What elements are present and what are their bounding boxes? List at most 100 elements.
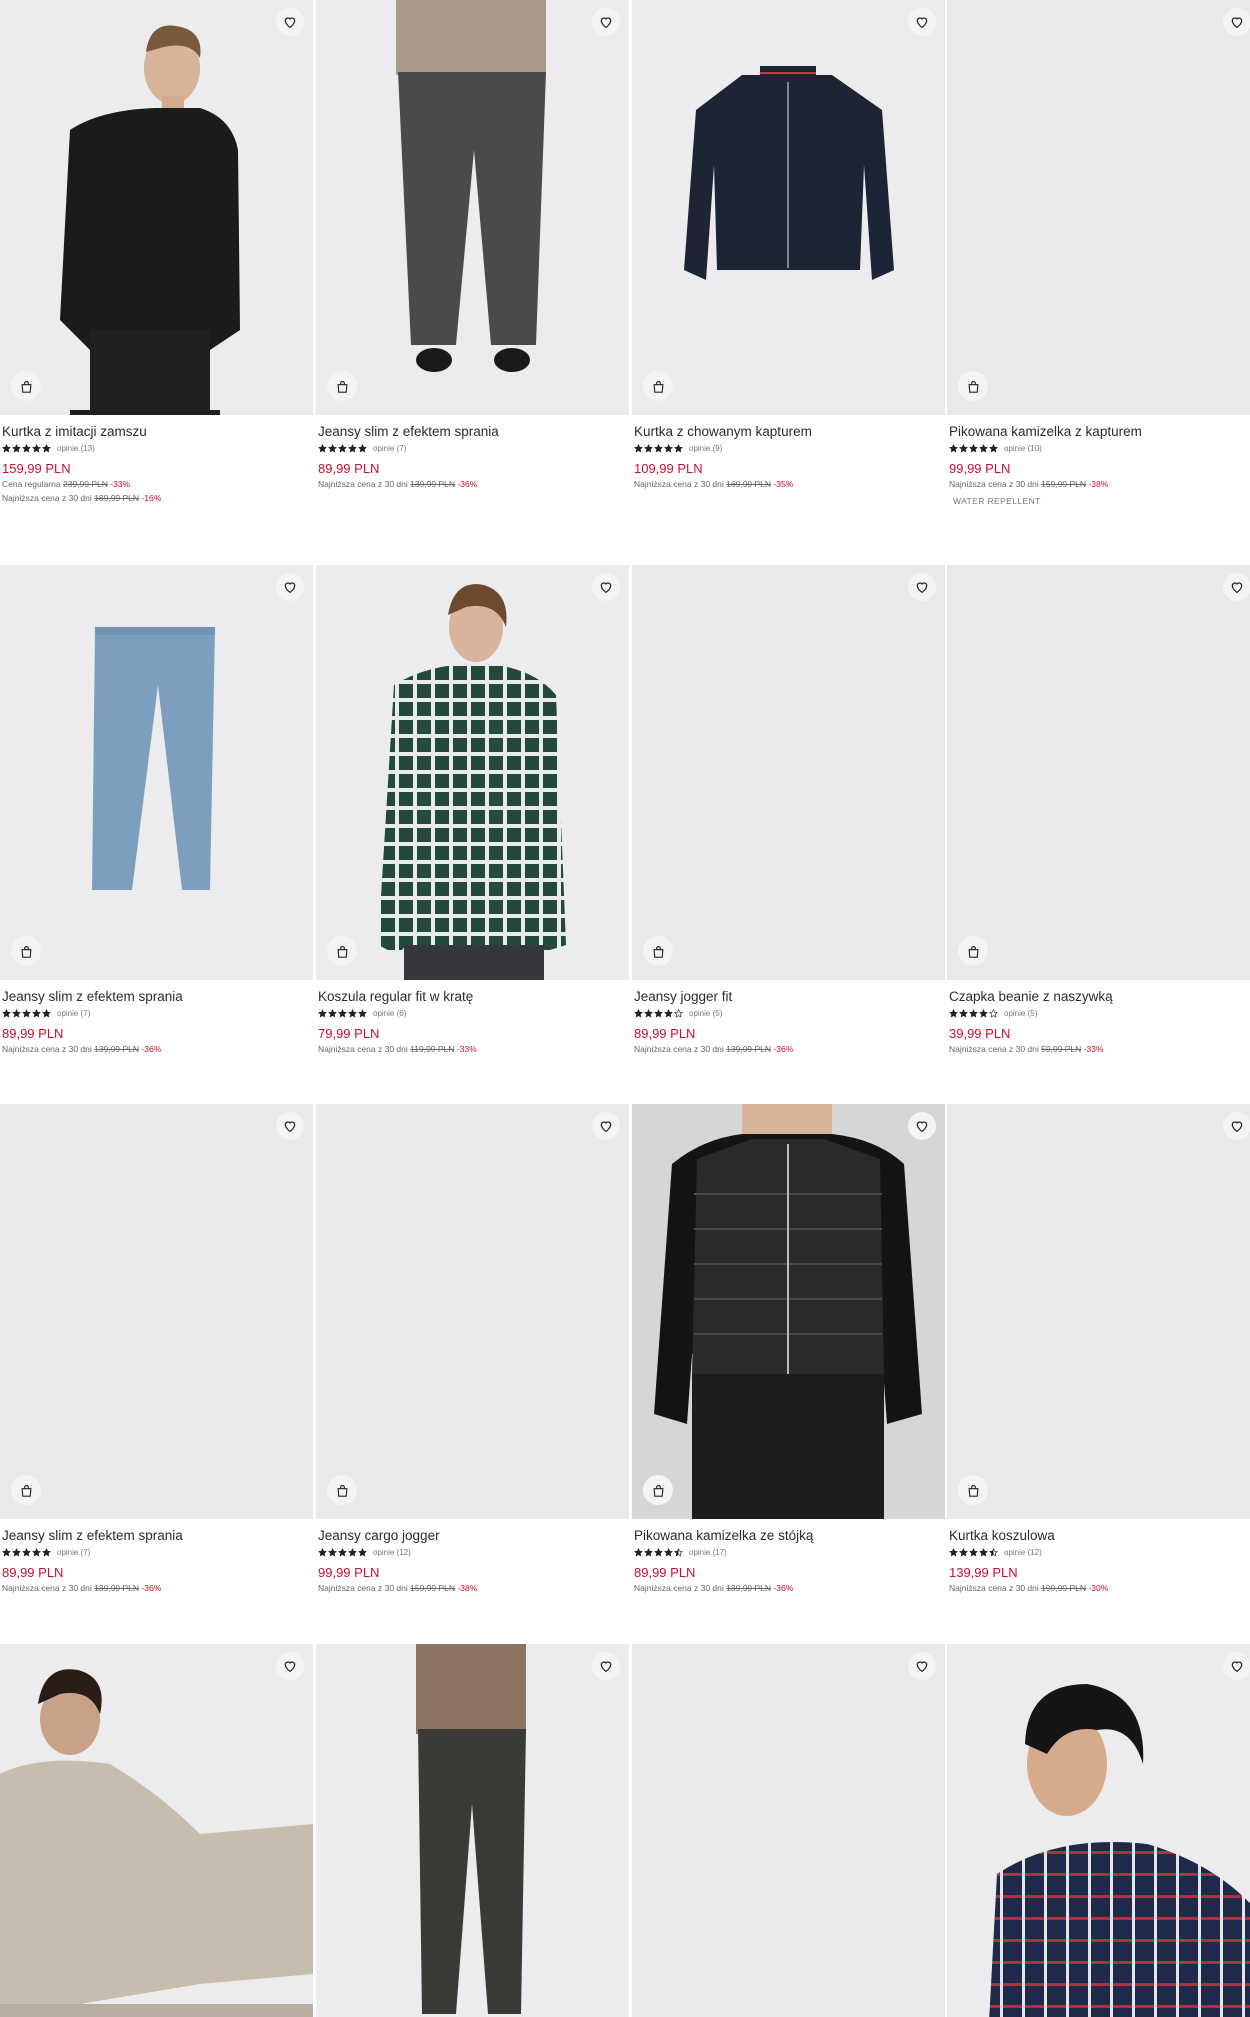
review-count[interactable]: opinie (5)	[689, 1009, 722, 1018]
product-image[interactable]	[316, 1104, 629, 1519]
add-to-favorites-button[interactable]	[908, 8, 936, 36]
star-icon	[674, 443, 683, 452]
product-card[interactable]	[0, 1644, 313, 2017]
review-count[interactable]: opinie (9)	[689, 444, 722, 453]
product-name[interactable]: Kurtka z imitacji zamszu	[2, 423, 311, 440]
product-image[interactable]	[947, 565, 1250, 980]
review-count[interactable]: opinie (10)	[1004, 444, 1042, 453]
add-to-favorites-button[interactable]	[276, 8, 304, 36]
add-to-bag-button[interactable]	[327, 936, 357, 966]
product-card[interactable]: Pikowana kamizelka z kapturem opinie (10…	[947, 0, 1250, 506]
product-card[interactable]: Kurtka z imitacji zamszu opinie (13) 159…	[0, 0, 313, 504]
add-to-bag-button[interactable]	[327, 371, 357, 401]
add-to-bag-button[interactable]	[11, 371, 41, 401]
add-to-favorites-button[interactable]	[592, 8, 620, 36]
product-card[interactable]: Pikowana kamizelka ze stójką opinie (17)…	[632, 1104, 945, 1594]
product-name[interactable]: Pikowana kamizelka z kapturem	[949, 423, 1250, 440]
review-count[interactable]: opinie (6)	[373, 1009, 406, 1018]
add-to-favorites-button[interactable]	[908, 573, 936, 601]
add-to-bag-button[interactable]	[11, 1475, 41, 1505]
product-name[interactable]: Jeansy jogger fit	[634, 988, 943, 1005]
review-count[interactable]: opinie (13)	[57, 444, 95, 453]
product-name[interactable]: Pikowana kamizelka ze stójką	[634, 1527, 943, 1544]
review-count[interactable]: opinie (5)	[1004, 1009, 1037, 1018]
rating-stars	[318, 1547, 368, 1557]
product-card[interactable]	[316, 1644, 629, 2017]
star-icon	[664, 443, 673, 452]
product-card[interactable]: Jeansy cargo jogger opinie (12) 99,99 PL…	[316, 1104, 629, 1594]
product-rating: opinie (9)	[634, 443, 943, 453]
add-to-favorites-button[interactable]	[1223, 573, 1250, 601]
star-icon	[959, 1008, 968, 1017]
product-image[interactable]	[947, 1644, 1250, 2017]
product-image[interactable]	[632, 565, 945, 980]
product-card[interactable]: Jeansy slim z efektem sprania opinie (7)…	[316, 0, 629, 490]
add-to-bag-button[interactable]	[958, 936, 988, 966]
product-image[interactable]	[632, 1104, 945, 1519]
product-name[interactable]: Jeansy slim z efektem sprania	[2, 988, 311, 1005]
add-to-bag-button[interactable]	[327, 1475, 357, 1505]
lowest-discount: -35%	[773, 479, 794, 489]
star-icon	[32, 1008, 41, 1017]
add-to-favorites-button[interactable]	[276, 1652, 304, 1680]
product-image[interactable]	[316, 1644, 629, 2017]
lowest-old-price: 159,99 PLN	[1041, 479, 1087, 489]
product-image[interactable]	[0, 1104, 313, 1519]
add-to-favorites-button[interactable]	[276, 1112, 304, 1140]
review-count[interactable]: opinie (12)	[373, 1548, 411, 1557]
product-image[interactable]	[632, 0, 945, 415]
product-name[interactable]: Kurtka koszulowa	[949, 1527, 1250, 1544]
product-name[interactable]: Jeansy cargo jogger	[318, 1527, 627, 1544]
lowest-discount: -36%	[773, 1583, 794, 1593]
add-to-favorites-button[interactable]	[592, 1652, 620, 1680]
product-card[interactable]	[632, 1644, 945, 2017]
add-to-favorites-button[interactable]	[276, 573, 304, 601]
product-name[interactable]: Czapka beanie z naszywką	[949, 988, 1250, 1005]
lowest-old-price: 139,99 PLN	[726, 1044, 772, 1054]
product-card[interactable]: Jeansy slim z efektem sprania opinie (7)…	[0, 1104, 313, 1594]
add-to-favorites-button[interactable]	[1223, 1652, 1250, 1680]
product-card[interactable]: Koszula regular fit w kratę opinie (6) 7…	[316, 565, 629, 1055]
product-card[interactable]: Kurtka koszulowa opinie (12) 139,99 PLN …	[947, 1104, 1250, 1594]
product-image[interactable]	[947, 0, 1250, 415]
review-count[interactable]: opinie (17)	[689, 1548, 727, 1557]
add-to-favorites-button[interactable]	[1223, 8, 1250, 36]
add-to-favorites-button[interactable]	[592, 573, 620, 601]
add-to-bag-button[interactable]	[11, 936, 41, 966]
product-card[interactable]: Jeansy jogger fit opinie (5) 89,99 PLN N…	[632, 565, 945, 1055]
review-count[interactable]: opinie (7)	[373, 444, 406, 453]
heart-outline-icon	[600, 1661, 612, 1673]
add-to-bag-button[interactable]	[643, 936, 673, 966]
rating-stars	[634, 1547, 684, 1557]
review-count[interactable]: opinie (12)	[1004, 1548, 1042, 1557]
add-to-bag-button[interactable]	[958, 371, 988, 401]
add-to-favorites-button[interactable]	[908, 1652, 936, 1680]
product-rating: opinie (12)	[318, 1547, 627, 1557]
product-name[interactable]: Jeansy slim z efektem sprania	[318, 423, 627, 440]
product-image[interactable]	[316, 565, 629, 980]
product-image[interactable]	[632, 1644, 945, 2017]
star-icon	[654, 1547, 663, 1556]
add-to-favorites-button[interactable]	[1223, 1112, 1250, 1140]
product-card[interactable]: Jeansy slim z efektem sprania opinie (7)…	[0, 565, 313, 1055]
review-count[interactable]: opinie (7)	[57, 1009, 90, 1018]
product-name[interactable]: Jeansy slim z efektem sprania	[2, 1527, 311, 1544]
product-card[interactable]: Kurtka z chowanym kapturem opinie (9) 10…	[632, 0, 945, 490]
product-image[interactable]	[0, 0, 313, 415]
add-to-bag-button[interactable]	[643, 1475, 673, 1505]
lowest-price-label: Najniższa cena z 30 dni	[949, 1044, 1039, 1054]
review-count[interactable]: opinie (7)	[57, 1548, 90, 1557]
product-image[interactable]	[947, 1104, 1250, 1519]
product-card[interactable]: Czapka beanie z naszywką opinie (5) 39,9…	[947, 565, 1250, 1055]
product-image[interactable]	[316, 0, 629, 415]
product-image[interactable]	[0, 565, 313, 980]
add-to-bag-button[interactable]	[643, 371, 673, 401]
product-name[interactable]: Koszula regular fit w kratę	[318, 988, 627, 1005]
add-to-bag-button[interactable]	[958, 1475, 988, 1505]
product-card[interactable]	[947, 1644, 1250, 2017]
add-to-favorites-button[interactable]	[592, 1112, 620, 1140]
product-rating: opinie (5)	[634, 1008, 943, 1018]
product-name[interactable]: Kurtka z chowanym kapturem	[634, 423, 943, 440]
product-image[interactable]	[0, 1644, 313, 2017]
add-to-favorites-button[interactable]	[908, 1112, 936, 1140]
